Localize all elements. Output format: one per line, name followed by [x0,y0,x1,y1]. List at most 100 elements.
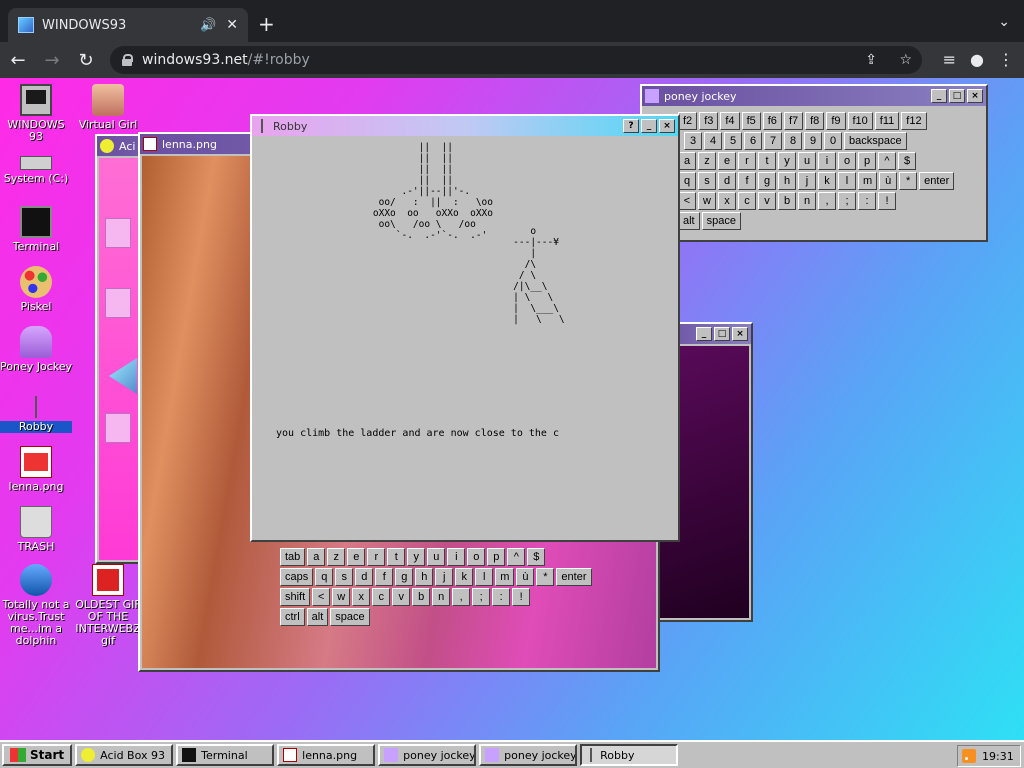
keyboard-key[interactable]: a [307,548,326,566]
keyboard-key[interactable]: x [718,192,736,210]
file-icon[interactable] [105,413,131,443]
keyboard-key[interactable]: m [858,172,878,190]
keyboard-key[interactable]: n [798,192,816,210]
keyboard-key[interactable]: 9 [804,132,822,150]
keyboard-key[interactable]: o [467,548,486,566]
keyboard-key[interactable]: m [495,568,515,586]
poney-jockey-window-2[interactable]: tab a z e r t y u i o p ^ $ caps q s d f g h j k l m ù * enter sh… [272,528,620,638]
kebab-menu-icon[interactable]: ⋮ [998,50,1014,69]
keyboard-key[interactable]: ; [838,192,856,210]
desktop-icon-oldest-gif[interactable]: OLDEST GIF OF THE INTERWEBZ gif [72,564,144,647]
reload-icon[interactable]: ↻ [70,50,102,71]
keyboard-key[interactable]: f8 [805,112,825,130]
desktop-icon-robby[interactable]: Robby [0,396,72,433]
new-tab-plus-icon[interactable]: + [258,12,275,36]
keyboard-key[interactable]: 7 [764,132,782,150]
keyboard-key[interactable]: e [718,152,736,170]
keyboard-key[interactable]: 3 [684,132,702,150]
desktop-icon-poney-jockey[interactable]: Poney Jockey [0,326,72,373]
keyboard-key[interactable]: i [818,152,836,170]
media-queue-icon[interactable]: ≡ [943,50,956,69]
keyboard-key[interactable]: v [758,192,776,210]
keyboard-key[interactable]: u [427,548,446,566]
speaker-icon[interactable]: 🔊 [200,18,216,33]
keyboard-key[interactable]: 8 [784,132,802,150]
desktop-icon-lenna[interactable]: lenna.png [0,446,72,493]
keyboard-key[interactable]: g [395,568,414,586]
poney-jockey-window[interactable]: poney jockey _ □ × f2 f3 f4 f5 f6 f7 f8 f9 f10 f1… [640,84,988,242]
keyboard-key[interactable]: t [758,152,776,170]
chevron-down-icon[interactable]: ⌄ [998,14,1010,30]
keyboard-key[interactable]: * [536,568,555,586]
keyboard-key[interactable]: shift [280,588,311,606]
taskbar-item-terminal[interactable]: Terminal [176,744,275,766]
keyboard-key[interactable]: g [758,172,776,190]
keyboard-key[interactable]: enter [919,172,955,190]
close-button[interactable]: × [732,327,748,341]
keyboard-key[interactable]: $ [527,548,546,566]
keyboard-key[interactable]: o [838,152,856,170]
keyboard-key[interactable]: f [375,568,394,586]
keyboard-key[interactable]: f [738,172,756,190]
keyboard-key[interactable]: u [798,152,816,170]
keyboard-key[interactable]: q [315,568,334,586]
keyboard-key[interactable]: caps [280,568,314,586]
close-tab-icon[interactable]: ✕ [226,17,238,33]
keyboard-key[interactable]: tab [280,548,306,566]
keyboard-key[interactable]: space [330,608,370,626]
keyboard-key[interactable]: f7 [783,112,804,130]
bookmark-star-icon[interactable]: ☆ [899,52,912,68]
keyboard-key[interactable]: f4 [720,112,740,130]
keyboard-key[interactable]: , [452,588,471,606]
maximize-button[interactable]: □ [714,327,730,341]
desktop-icon-piskel[interactable]: Piskel [0,266,72,313]
keyboard-key[interactable]: p [487,548,506,566]
keyboard-key[interactable]: ! [512,588,531,606]
back-arrow-icon[interactable]: ← [2,50,34,71]
keyboard-key[interactable]: c [738,192,756,210]
keyboard-key[interactable]: 0 [824,132,842,150]
keyboard-key[interactable]: f6 [762,112,782,130]
desktop-icon-dolphin[interactable]: Totally not a virus.Trust me...im a dolp… [0,564,72,647]
keyboard-key[interactable]: alt [678,212,700,230]
keyboard-key[interactable]: q [678,172,696,190]
keyboard-key[interactable]: , [818,192,836,210]
keyboard-key[interactable]: enter [556,568,592,586]
keyboard-key[interactable]: i [447,548,466,566]
keyboard-key[interactable]: ^ [878,152,896,170]
start-button[interactable]: Start [2,744,73,766]
keyboard-key[interactable]: r [367,548,386,566]
keyboard-key[interactable]: j [435,568,454,586]
close-button[interactable]: × [967,89,983,103]
keyboard-key[interactable]: k [818,172,836,190]
taskbar-item-robby[interactable]: Robby [580,744,679,766]
keyboard-key[interactable]: a [678,152,696,170]
keyboard-key[interactable]: p [858,152,876,170]
keyboard-key[interactable]: : [492,588,511,606]
share-icon[interactable]: ⇪ [865,52,877,68]
keyboard-key[interactable]: f10 [847,112,873,130]
keyboard-key[interactable]: z [327,548,346,566]
minimize-button[interactable]: _ [931,89,947,103]
keyboard-key[interactable]: space [701,212,741,230]
keyboard-key[interactable]: r [738,152,756,170]
robby-titlebar[interactable]: Robby ? _ × [252,116,678,136]
keyboard-key[interactable]: : [858,192,876,210]
desktop-icon-virtual-girl[interactable]: Virtual Girl [72,84,144,131]
desktop-icon-terminal[interactable]: Terminal [0,206,72,253]
keyboard-key[interactable]: ù [879,172,898,190]
keyboard-key[interactable]: w [332,588,351,606]
keyboard-key[interactable]: n [432,588,451,606]
help-button[interactable]: ? [623,119,639,133]
keyboard-key[interactable]: x [352,588,371,606]
keyboard-key[interactable]: ! [878,192,896,210]
minimize-button[interactable]: _ [696,327,712,341]
keyboard-key[interactable]: l [838,172,856,190]
keyboard-key[interactable]: k [455,568,474,586]
taskbar-item-acid-box[interactable]: Acid Box 93 [75,744,174,766]
keyboard-key[interactable]: v [392,588,411,606]
keyboard-key[interactable]: b [412,588,431,606]
close-button[interactable]: × [659,119,675,133]
keyboard-key[interactable]: f11 [874,112,900,130]
keyboard-key[interactable]: w [698,192,716,210]
